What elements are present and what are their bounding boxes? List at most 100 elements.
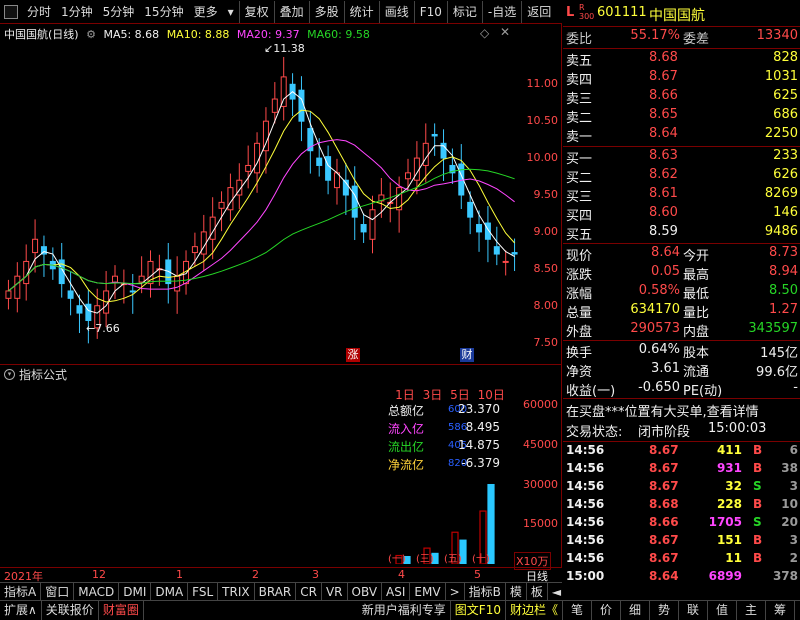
indicator-tab[interactable]: 板	[527, 582, 548, 601]
indicator-tab[interactable]: DMA	[151, 582, 189, 601]
diamond-icon[interactable]: ◇	[480, 26, 489, 40]
bid-level-row[interactable]: 买五 8.59 9486	[563, 224, 800, 243]
flow-row-value: 8.495	[465, 420, 500, 434]
ask-level-row[interactable]: 卖一 8.64 2250	[563, 126, 800, 145]
stat-value: 343597	[748, 321, 798, 336]
flow-period-10d[interactable]: 10日	[478, 388, 505, 402]
back-button[interactable]: 返回	[521, 0, 556, 23]
indicator-tab[interactable]: MACD	[74, 582, 120, 601]
fundamental-value: -	[793, 380, 798, 395]
indicator-label[interactable]: 指标公式	[19, 366, 67, 383]
tick-volume: 1705	[708, 515, 742, 529]
stock-code[interactable]: 601111	[597, 5, 647, 20]
multi-stock-button[interactable]: 多股	[308, 0, 344, 23]
mark-button[interactable]: 标记	[446, 0, 482, 23]
quote-view-tab[interactable]: 细	[621, 601, 650, 620]
kline-chart[interactable]	[0, 40, 518, 350]
ask-volume: 2250	[764, 126, 798, 141]
indicator-tab[interactable]: DMI	[119, 582, 152, 601]
bid-level-row[interactable]: 买三 8.61 8269	[563, 186, 800, 205]
trade-tick-row: 14:56 8.67 11 B 2	[563, 551, 800, 569]
quote-view-tab[interactable]: 联	[679, 601, 708, 620]
indicator-tab[interactable]: 指标B	[465, 582, 506, 601]
overlay-button[interactable]: 叠加	[273, 0, 309, 23]
quote-view-tab[interactable]: 势	[650, 601, 679, 620]
candle-body	[85, 303, 92, 321]
indicator-tab[interactable]: CR	[296, 582, 322, 601]
indicator-tab[interactable]: >	[446, 582, 465, 601]
ask-level-row[interactable]: 卖三 8.66 625	[563, 88, 800, 107]
date-tick: 2	[252, 568, 259, 581]
indicator-tab[interactable]: OBV	[348, 582, 383, 601]
f10-button[interactable]: F10	[413, 0, 447, 23]
high-marker-label: ↙11.38	[264, 42, 305, 55]
bid-level-row[interactable]: 买二 8.62 626	[563, 167, 800, 186]
candle-body	[174, 275, 181, 292]
draw-line-button[interactable]: 画线	[378, 0, 414, 23]
tick-side: S	[753, 515, 762, 529]
quote-view-tab[interactable]: 筹	[766, 601, 795, 620]
quote-view-tab[interactable]: 值	[708, 601, 737, 620]
rise-limit-badge[interactable]: 涨	[346, 348, 360, 362]
indicator-tab[interactable]: FSL	[188, 582, 219, 601]
indicator-tab[interactable]: 窗口	[41, 582, 75, 601]
indicator-tab[interactable]: EMV	[410, 582, 446, 601]
quote-view-tab[interactable]: 笔	[563, 601, 592, 620]
stock-name[interactable]: 中国国航	[649, 5, 705, 25]
bid-price: 8.60	[649, 205, 678, 220]
financial-badge[interactable]: 财	[460, 348, 474, 362]
period-tab-1min[interactable]: 1分钟	[56, 1, 98, 23]
big-order-notice[interactable]: 在买盘***位置有大买单,查看详情	[563, 401, 800, 420]
bottom-status-bar: 扩展∧ 关联报价 财富圈 新用户福利专享 图文F10 财边栏《 笔价细势联值主筹	[0, 600, 800, 620]
stat-value: 8.73	[769, 245, 798, 260]
indicator-tab[interactable]: 模	[506, 582, 527, 601]
ask-level-label: 卖一	[566, 130, 593, 145]
flow-period-1d[interactable]: 1日	[395, 388, 415, 402]
flow-period-5d[interactable]: 5日	[450, 388, 470, 402]
candle-body	[32, 238, 39, 254]
adjust-button[interactable]: 复权	[238, 0, 274, 23]
tick-time: 14:56	[566, 533, 605, 547]
fundamental-value: -0.650	[638, 380, 680, 395]
indicator-tab[interactable]: VR	[322, 582, 348, 601]
ask-level-row[interactable]: 卖二 8.65 686	[563, 107, 800, 126]
quote-view-tab[interactable]: 价	[592, 601, 621, 620]
fundamental-label: 流通	[683, 365, 710, 380]
flow-period-3d[interactable]: 3日	[423, 388, 443, 402]
ask-level-row[interactable]: 卖五 8.68 828	[563, 50, 800, 69]
collapse-icon[interactable]: ▾	[4, 368, 15, 380]
candle-body	[325, 156, 332, 181]
fund-flow-panel: 1日 3日 5日 10日 600 586 405 820 总额亿 23.370 流入…	[388, 384, 512, 565]
ask-level-label: 卖四	[566, 73, 593, 88]
tick-volume: 32	[725, 479, 742, 493]
ask-price: 8.66	[649, 88, 678, 103]
bid-volume: 626	[773, 167, 798, 182]
statistics-button[interactable]: 统计	[343, 0, 379, 23]
indicator-tab[interactable]: TRIX	[218, 582, 255, 601]
period-more-button[interactable]: 更多	[189, 1, 223, 23]
indicator-tab[interactable]: BRAR	[255, 582, 297, 601]
expand-button[interactable]: 扩展∧	[0, 601, 42, 620]
layout-icon[interactable]	[4, 4, 18, 19]
indicator-tab[interactable]: 指标A	[0, 582, 42, 601]
period-tab-5min[interactable]: 5分钟	[98, 1, 140, 23]
finance-sidebar-link[interactable]: 财边栏《	[506, 601, 563, 620]
low-marker-label: ←7.66	[86, 322, 120, 335]
new-user-promo-link[interactable]: 新用户福利专享	[358, 601, 451, 620]
ask-level-row[interactable]: 卖四 8.67 1031	[563, 69, 800, 88]
close-icon[interactable]: ✕	[500, 25, 510, 39]
quote-view-tab[interactable]: 主	[737, 601, 766, 620]
period-tab-intraday[interactable]: 分时	[22, 1, 56, 23]
dropdown-arrow-icon[interactable]: ▾	[223, 1, 239, 23]
wealth-circle-button[interactable]: 财富圈	[99, 601, 144, 620]
price-tick: 8.50	[533, 261, 559, 275]
bid-level-row[interactable]: 买四 8.60 146	[563, 205, 800, 224]
bid-level-row[interactable]: 买一 8.63 233	[563, 148, 800, 167]
period-tab-15min[interactable]: 15分钟	[139, 1, 188, 23]
indicator-tab[interactable]: ASI	[382, 582, 411, 601]
f10-text-link[interactable]: 图文F10	[451, 601, 506, 620]
candle-body	[351, 185, 358, 218]
remove-watchlist-button[interactable]: -自选	[481, 0, 521, 23]
related-quote-button[interactable]: 关联报价	[42, 601, 99, 620]
quote-stat-row: 总量 634170 量比 1.27	[563, 302, 800, 321]
